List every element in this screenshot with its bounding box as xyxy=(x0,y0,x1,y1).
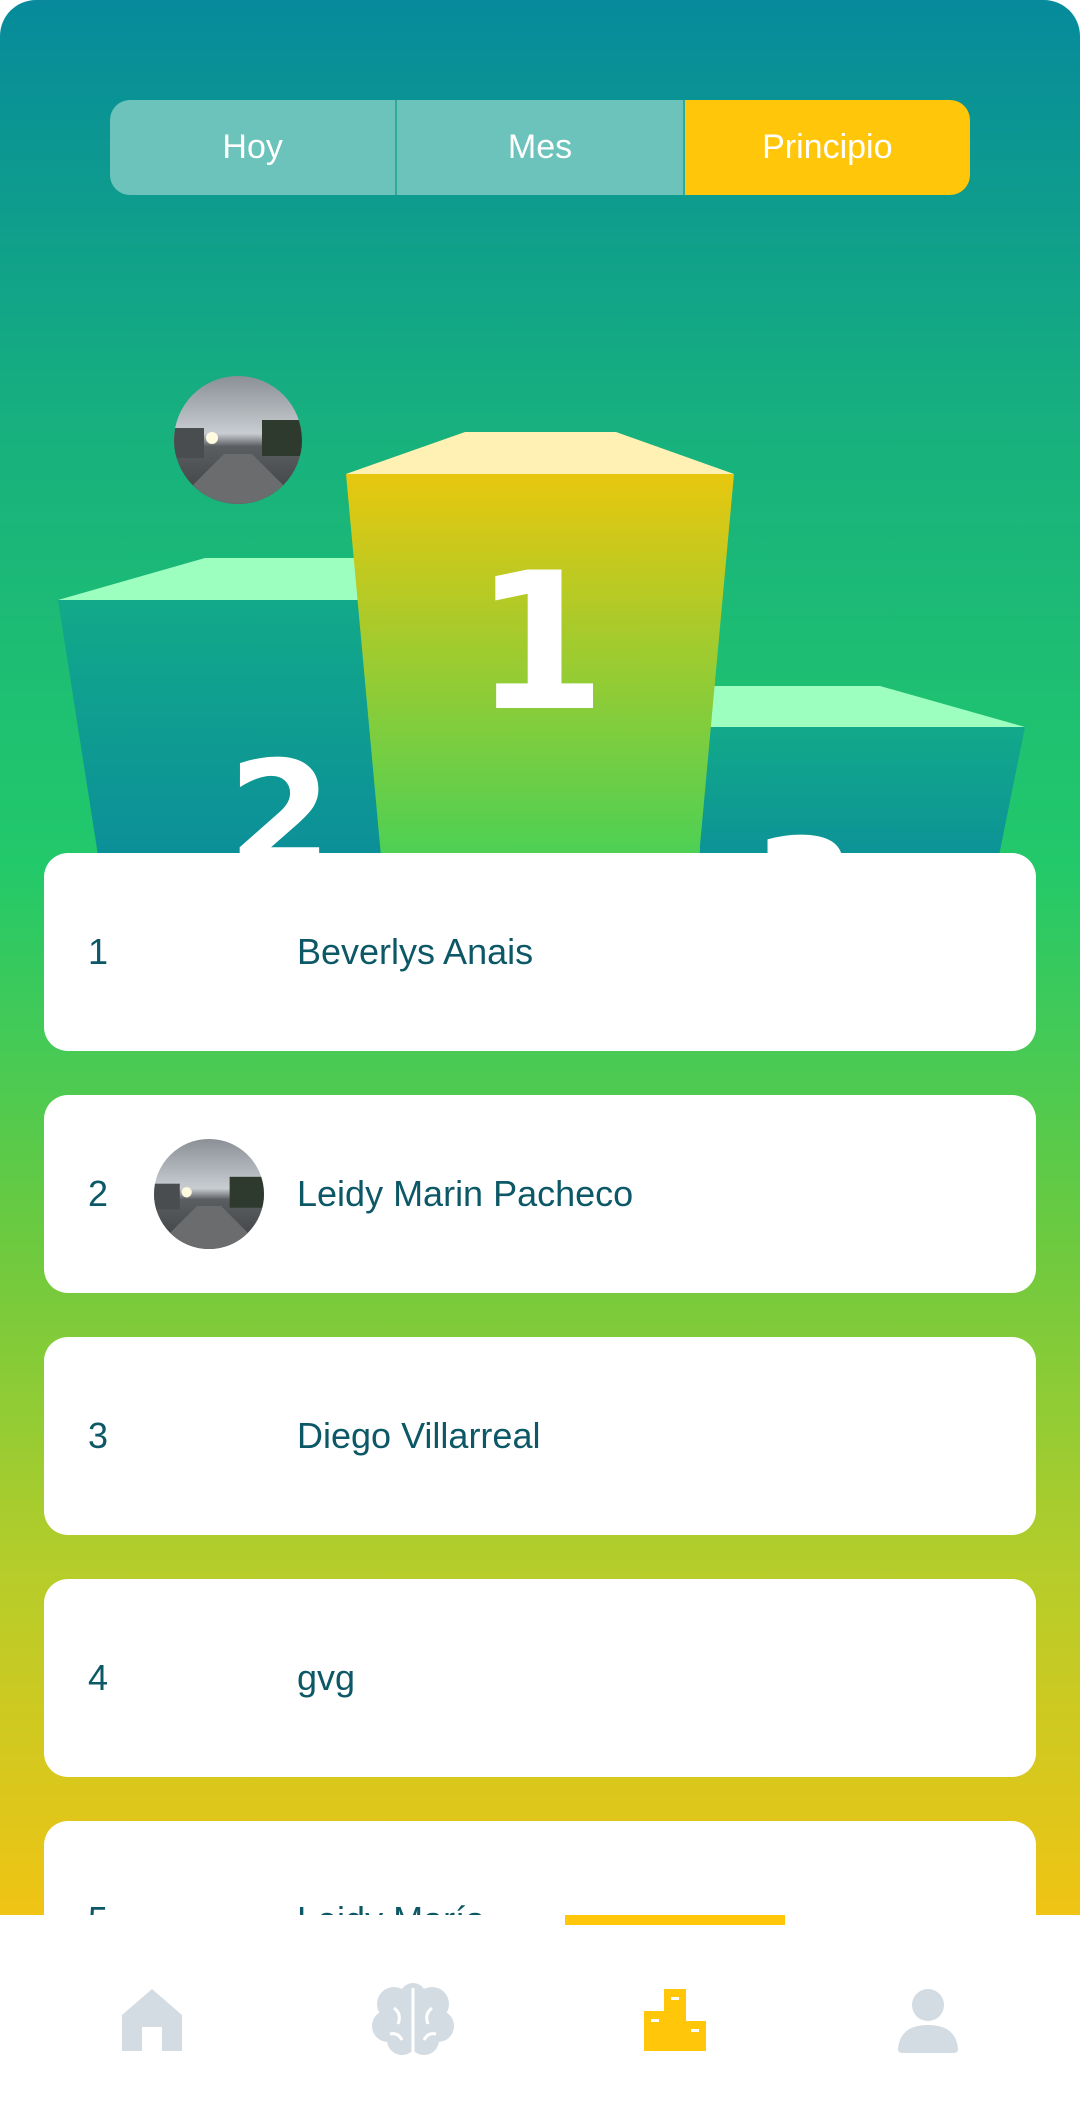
nav-leaderboard[interactable] xyxy=(620,1975,730,2065)
user-name: Beverlys Anais xyxy=(297,931,534,972)
bottom-nav xyxy=(0,1915,1080,2103)
rank-number: 5 xyxy=(88,1899,108,1915)
ranking-row-2[interactable]: 2 Leidy Marin Pacheco xyxy=(44,1095,1036,1293)
active-tab-indicator xyxy=(565,1915,785,1925)
user-name: gvg xyxy=(297,1657,356,1698)
home-icon xyxy=(122,1989,182,2051)
user-name: Leidy Marin Pacheco xyxy=(297,1173,634,1214)
rank-number: 3 xyxy=(88,1415,109,1456)
ranking-row-1[interactable]: 1 Beverlys Anais xyxy=(44,853,1036,1051)
podium-icon xyxy=(644,1989,706,2051)
avatar-photo xyxy=(154,1139,264,1249)
ranking-row-4[interactable]: 4 gvg xyxy=(44,1579,1036,1777)
rank-number: 4 xyxy=(88,1657,109,1698)
leaderboard-screen: Hoy Mes Principio 1 2 1 Beverlys Anais 2… xyxy=(0,0,1080,1915)
nav-home[interactable] xyxy=(97,1975,207,2065)
podium-second-top xyxy=(58,558,370,600)
podium-graphic xyxy=(58,432,1025,900)
podium-first-top xyxy=(346,432,734,474)
avatar-photo xyxy=(174,376,302,504)
rank-number: 2 xyxy=(88,1173,109,1214)
rank-number: 1 xyxy=(88,931,109,972)
brain-icon xyxy=(372,1983,454,2055)
podium-second-avatar[interactable] xyxy=(174,376,302,504)
podium-first-number: 1 xyxy=(473,532,607,753)
podium: 1 2 3 xyxy=(0,0,1080,970)
user-icon xyxy=(898,1989,958,2053)
user-avatar xyxy=(154,1139,264,1249)
user-name: Leidy María xyxy=(297,1899,485,1915)
ranking-row-3[interactable]: 3 Diego Villarreal xyxy=(44,1337,1036,1535)
user-name: Diego Villarreal xyxy=(297,1415,541,1456)
ranking-row-5[interactable]: 5 Leidy María xyxy=(44,1821,1036,1915)
podium-third-top xyxy=(700,686,1025,727)
nav-brain[interactable] xyxy=(358,1975,468,2065)
nav-profile[interactable] xyxy=(873,1975,983,2065)
